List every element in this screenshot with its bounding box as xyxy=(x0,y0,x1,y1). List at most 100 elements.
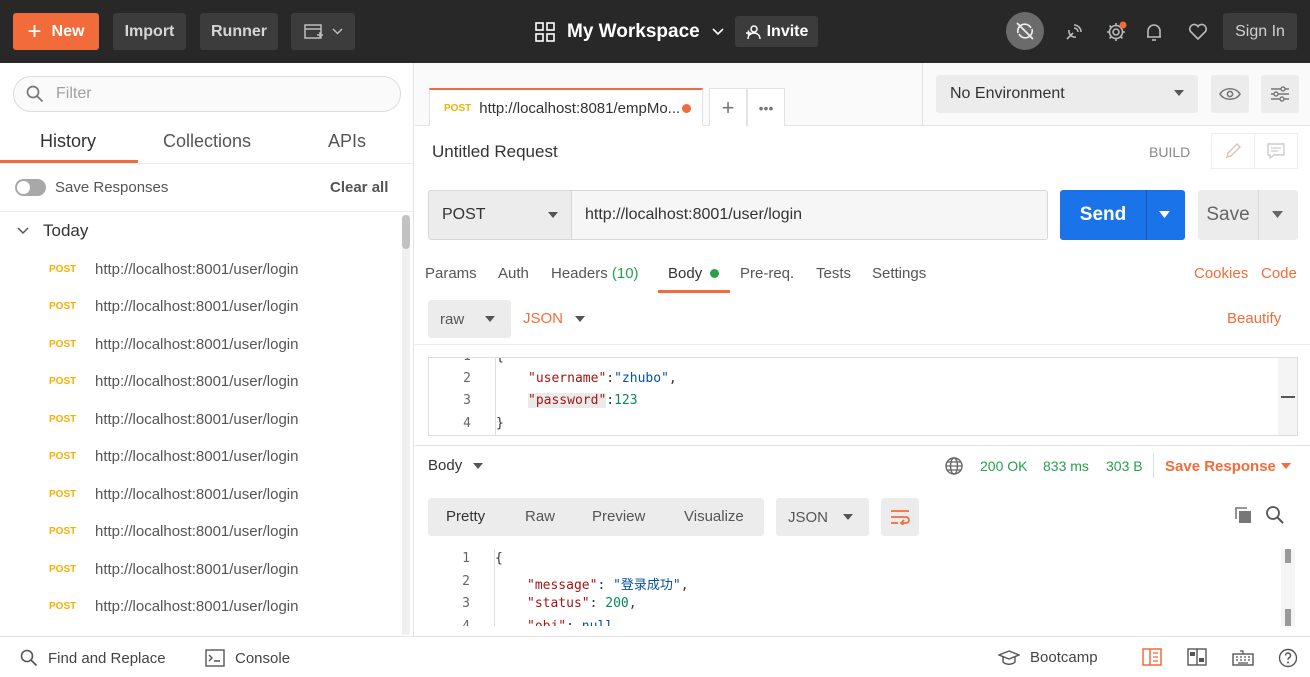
manage-environments-button[interactable] xyxy=(1261,75,1299,113)
wrap-lines-icon xyxy=(890,509,910,525)
body-format-select[interactable]: JSON xyxy=(523,310,563,327)
response-format-select[interactable]: JSON xyxy=(776,498,869,536)
copy-icon[interactable] xyxy=(1233,505,1253,525)
json-value: 123 xyxy=(614,393,638,408)
search-icon[interactable] xyxy=(1265,505,1285,525)
json-sep: : xyxy=(566,619,582,626)
method-select[interactable]: POST xyxy=(428,190,572,240)
code-line: "password":123 xyxy=(528,393,638,408)
history-item[interactable]: POST http://localhost:8001/user/login xyxy=(0,401,400,437)
tab-prereq[interactable]: Pre-req. xyxy=(740,265,794,282)
json-key: "password" xyxy=(528,393,607,408)
workspace-selector[interactable]: My Workspace xyxy=(535,17,724,47)
url-input[interactable]: http://localhost:8001/user/login xyxy=(571,190,1048,240)
request-body-editor[interactable]: 1 { 2 "username":"zhubo", 3 "password":1… xyxy=(428,357,1298,436)
history-group-today[interactable]: Today xyxy=(17,221,88,241)
wrap-lines-button[interactable] xyxy=(881,498,919,536)
keyboard-shortcuts-button[interactable] xyxy=(1232,648,1254,666)
invite-button[interactable]: Invite xyxy=(735,16,818,47)
body-mode-select[interactable]: raw xyxy=(428,300,511,338)
tab-tests[interactable]: Tests xyxy=(816,265,851,282)
line-number: 3 xyxy=(463,393,471,408)
caret-down-icon[interactable] xyxy=(1281,463,1291,469)
two-pane-view-button[interactable] xyxy=(1142,648,1162,666)
tab-settings[interactable]: Settings xyxy=(872,265,926,282)
tab-preview[interactable]: Preview xyxy=(592,508,645,525)
find-replace-button[interactable]: Find and Replace xyxy=(20,649,166,667)
history-item[interactable]: POST http://localhost:8001/user/login xyxy=(0,476,400,512)
history-item[interactable]: POST http://localhost:8001/user/login xyxy=(0,326,400,362)
divider xyxy=(415,445,1310,446)
history-item[interactable]: POST http://localhost:8001/user/login xyxy=(0,551,400,587)
tab-pretty[interactable]: Pretty xyxy=(446,508,485,525)
line-number: 2 xyxy=(462,574,470,589)
cookies-link[interactable]: Cookies xyxy=(1194,265,1248,282)
sidebar-scrollbar[interactable] xyxy=(402,215,410,635)
response-time[interactable]: 833 ms xyxy=(1043,458,1089,474)
history-item[interactable]: POST http://localhost:8001/user/login xyxy=(0,251,400,287)
tab-body[interactable]: Body xyxy=(668,265,702,282)
tab-raw[interactable]: Raw xyxy=(525,508,555,525)
history-item[interactable]: POST http://localhost:8001/user/login xyxy=(0,363,400,399)
more-tabs-button[interactable]: ••• xyxy=(747,88,785,126)
headers-count: (10) xyxy=(611,265,639,282)
new-button[interactable]: + New xyxy=(13,13,99,50)
history-item[interactable]: POST http://localhost:8001/user/login xyxy=(0,588,400,624)
sidebar-scrollbar-thumb[interactable] xyxy=(402,215,410,249)
history-item[interactable]: POST http://localhost:8001/user/login xyxy=(0,513,400,549)
new-window-button[interactable] xyxy=(291,13,355,50)
save-response-button[interactable]: Save Response xyxy=(1165,458,1276,475)
request-tab[interactable]: POST http://localhost:8081/empMo... xyxy=(429,88,703,126)
import-button[interactable]: Import xyxy=(113,13,186,50)
tab-auth[interactable]: Auth xyxy=(498,265,529,282)
edit-button[interactable] xyxy=(1211,133,1255,169)
beautify-link[interactable]: Beautify xyxy=(1227,310,1281,327)
history-item[interactable]: POST http://localhost:8001/user/login xyxy=(0,438,400,474)
environment-quick-look-button[interactable] xyxy=(1211,75,1249,113)
save-responses-toggle[interactable] xyxy=(15,179,46,196)
new-tab-button[interactable]: + xyxy=(709,88,747,126)
caret-down-icon[interactable] xyxy=(1272,211,1283,218)
globe-icon[interactable] xyxy=(944,456,964,476)
tab-params[interactable]: Params xyxy=(425,265,477,282)
clear-all-button[interactable]: Clear all xyxy=(330,179,388,196)
sign-in-button[interactable]: Sign In xyxy=(1223,13,1297,50)
settings-button[interactable] xyxy=(1100,16,1132,48)
filter-input[interactable]: Filter xyxy=(13,76,401,112)
tab-collections[interactable]: Collections xyxy=(163,131,251,152)
caret-down-icon[interactable] xyxy=(473,463,483,469)
comments-button[interactable] xyxy=(1254,133,1298,169)
method-badge: POST xyxy=(49,300,77,312)
save-button[interactable]: Save xyxy=(1198,190,1298,240)
satellite-button[interactable] xyxy=(1058,16,1090,48)
console-button[interactable]: Console xyxy=(205,649,290,667)
caret-down-icon[interactable] xyxy=(1159,211,1170,218)
favorites-button[interactable] xyxy=(1182,16,1214,48)
response-size[interactable]: 303 B xyxy=(1106,458,1143,474)
method-badge: POST xyxy=(49,375,77,387)
editor-scrollbar[interactable] xyxy=(1278,358,1297,435)
history-item[interactable]: POST http://localhost:8001/user/login xyxy=(0,288,400,324)
request-title[interactable]: Untitled Request xyxy=(432,142,558,162)
response-body-label[interactable]: Body xyxy=(428,457,462,474)
layout-grid-icon xyxy=(1187,648,1207,666)
help-button[interactable] xyxy=(1278,648,1298,668)
json-value: 200 xyxy=(605,596,629,611)
send-button[interactable]: Send xyxy=(1060,190,1185,240)
bootcamp-button[interactable]: Bootcamp xyxy=(998,649,1098,666)
code-line: } xyxy=(496,416,504,431)
response-scrollbar[interactable] xyxy=(1281,549,1295,626)
tab-visualize[interactable]: Visualize xyxy=(684,508,744,525)
tab-apis[interactable]: APIs xyxy=(328,131,366,152)
environment-select[interactable]: No Environment xyxy=(936,75,1198,113)
runner-button[interactable]: Runner xyxy=(200,13,278,50)
tab-history[interactable]: History xyxy=(40,131,96,152)
code-link[interactable]: Code xyxy=(1261,265,1297,282)
response-status[interactable]: 200 OK xyxy=(980,458,1027,474)
caret-down-icon[interactable] xyxy=(575,316,585,322)
response-body-viewer[interactable]: 1 { 2 "message": "登录成功", 3 "status": 200… xyxy=(428,549,1298,626)
sync-off-button[interactable] xyxy=(1006,12,1044,50)
tab-headers[interactable]: Headers (10) xyxy=(551,265,639,282)
layout-button[interactable] xyxy=(1187,648,1207,666)
notifications-button[interactable] xyxy=(1138,16,1170,48)
